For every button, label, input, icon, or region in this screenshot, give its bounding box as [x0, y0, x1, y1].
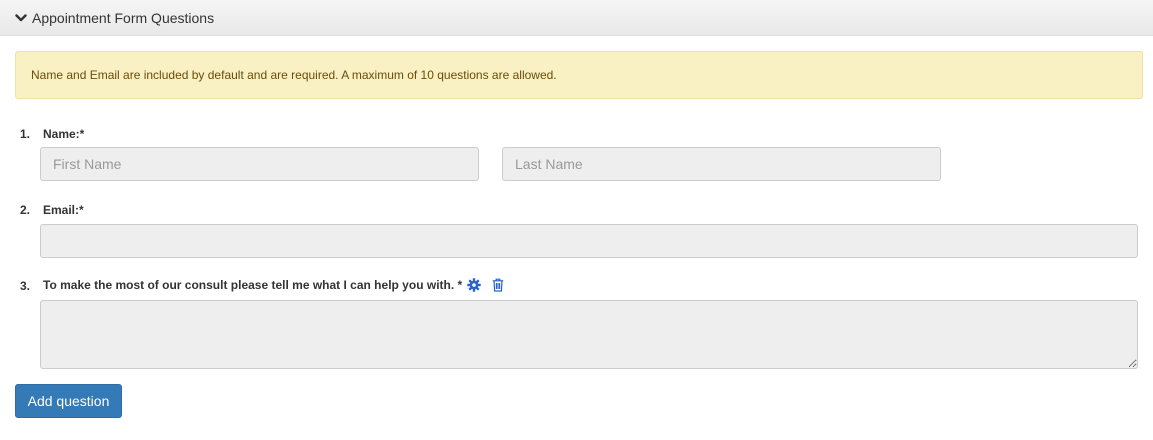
first-name-input[interactable] — [40, 147, 479, 181]
question-number: 1. — [20, 127, 31, 141]
question-number: 2. — [20, 203, 31, 217]
chevron-down-icon[interactable] — [14, 11, 28, 25]
question-number: 3. — [20, 279, 31, 293]
info-notice: Name and Email are included by default a… — [15, 51, 1143, 99]
gear-icon[interactable] — [466, 277, 482, 293]
panel-title: Appointment Form Questions — [32, 9, 215, 26]
trash-icon[interactable] — [490, 277, 506, 293]
email-input[interactable] — [40, 224, 1138, 258]
question-label-email: Email:* — [43, 203, 84, 217]
help-textarea[interactable] — [40, 300, 1138, 369]
add-question-button[interactable]: Add question — [15, 384, 122, 418]
question-label-custom: To make the most of our consult please t… — [43, 278, 463, 292]
question-label-name: Name:* — [43, 127, 85, 141]
panel-header[interactable]: Appointment Form Questions — [0, 0, 1153, 36]
notice-text: Name and Email are included by default a… — [31, 68, 557, 82]
question-label-row: To make the most of our consult please t… — [43, 277, 506, 293]
last-name-input[interactable] — [502, 147, 941, 181]
